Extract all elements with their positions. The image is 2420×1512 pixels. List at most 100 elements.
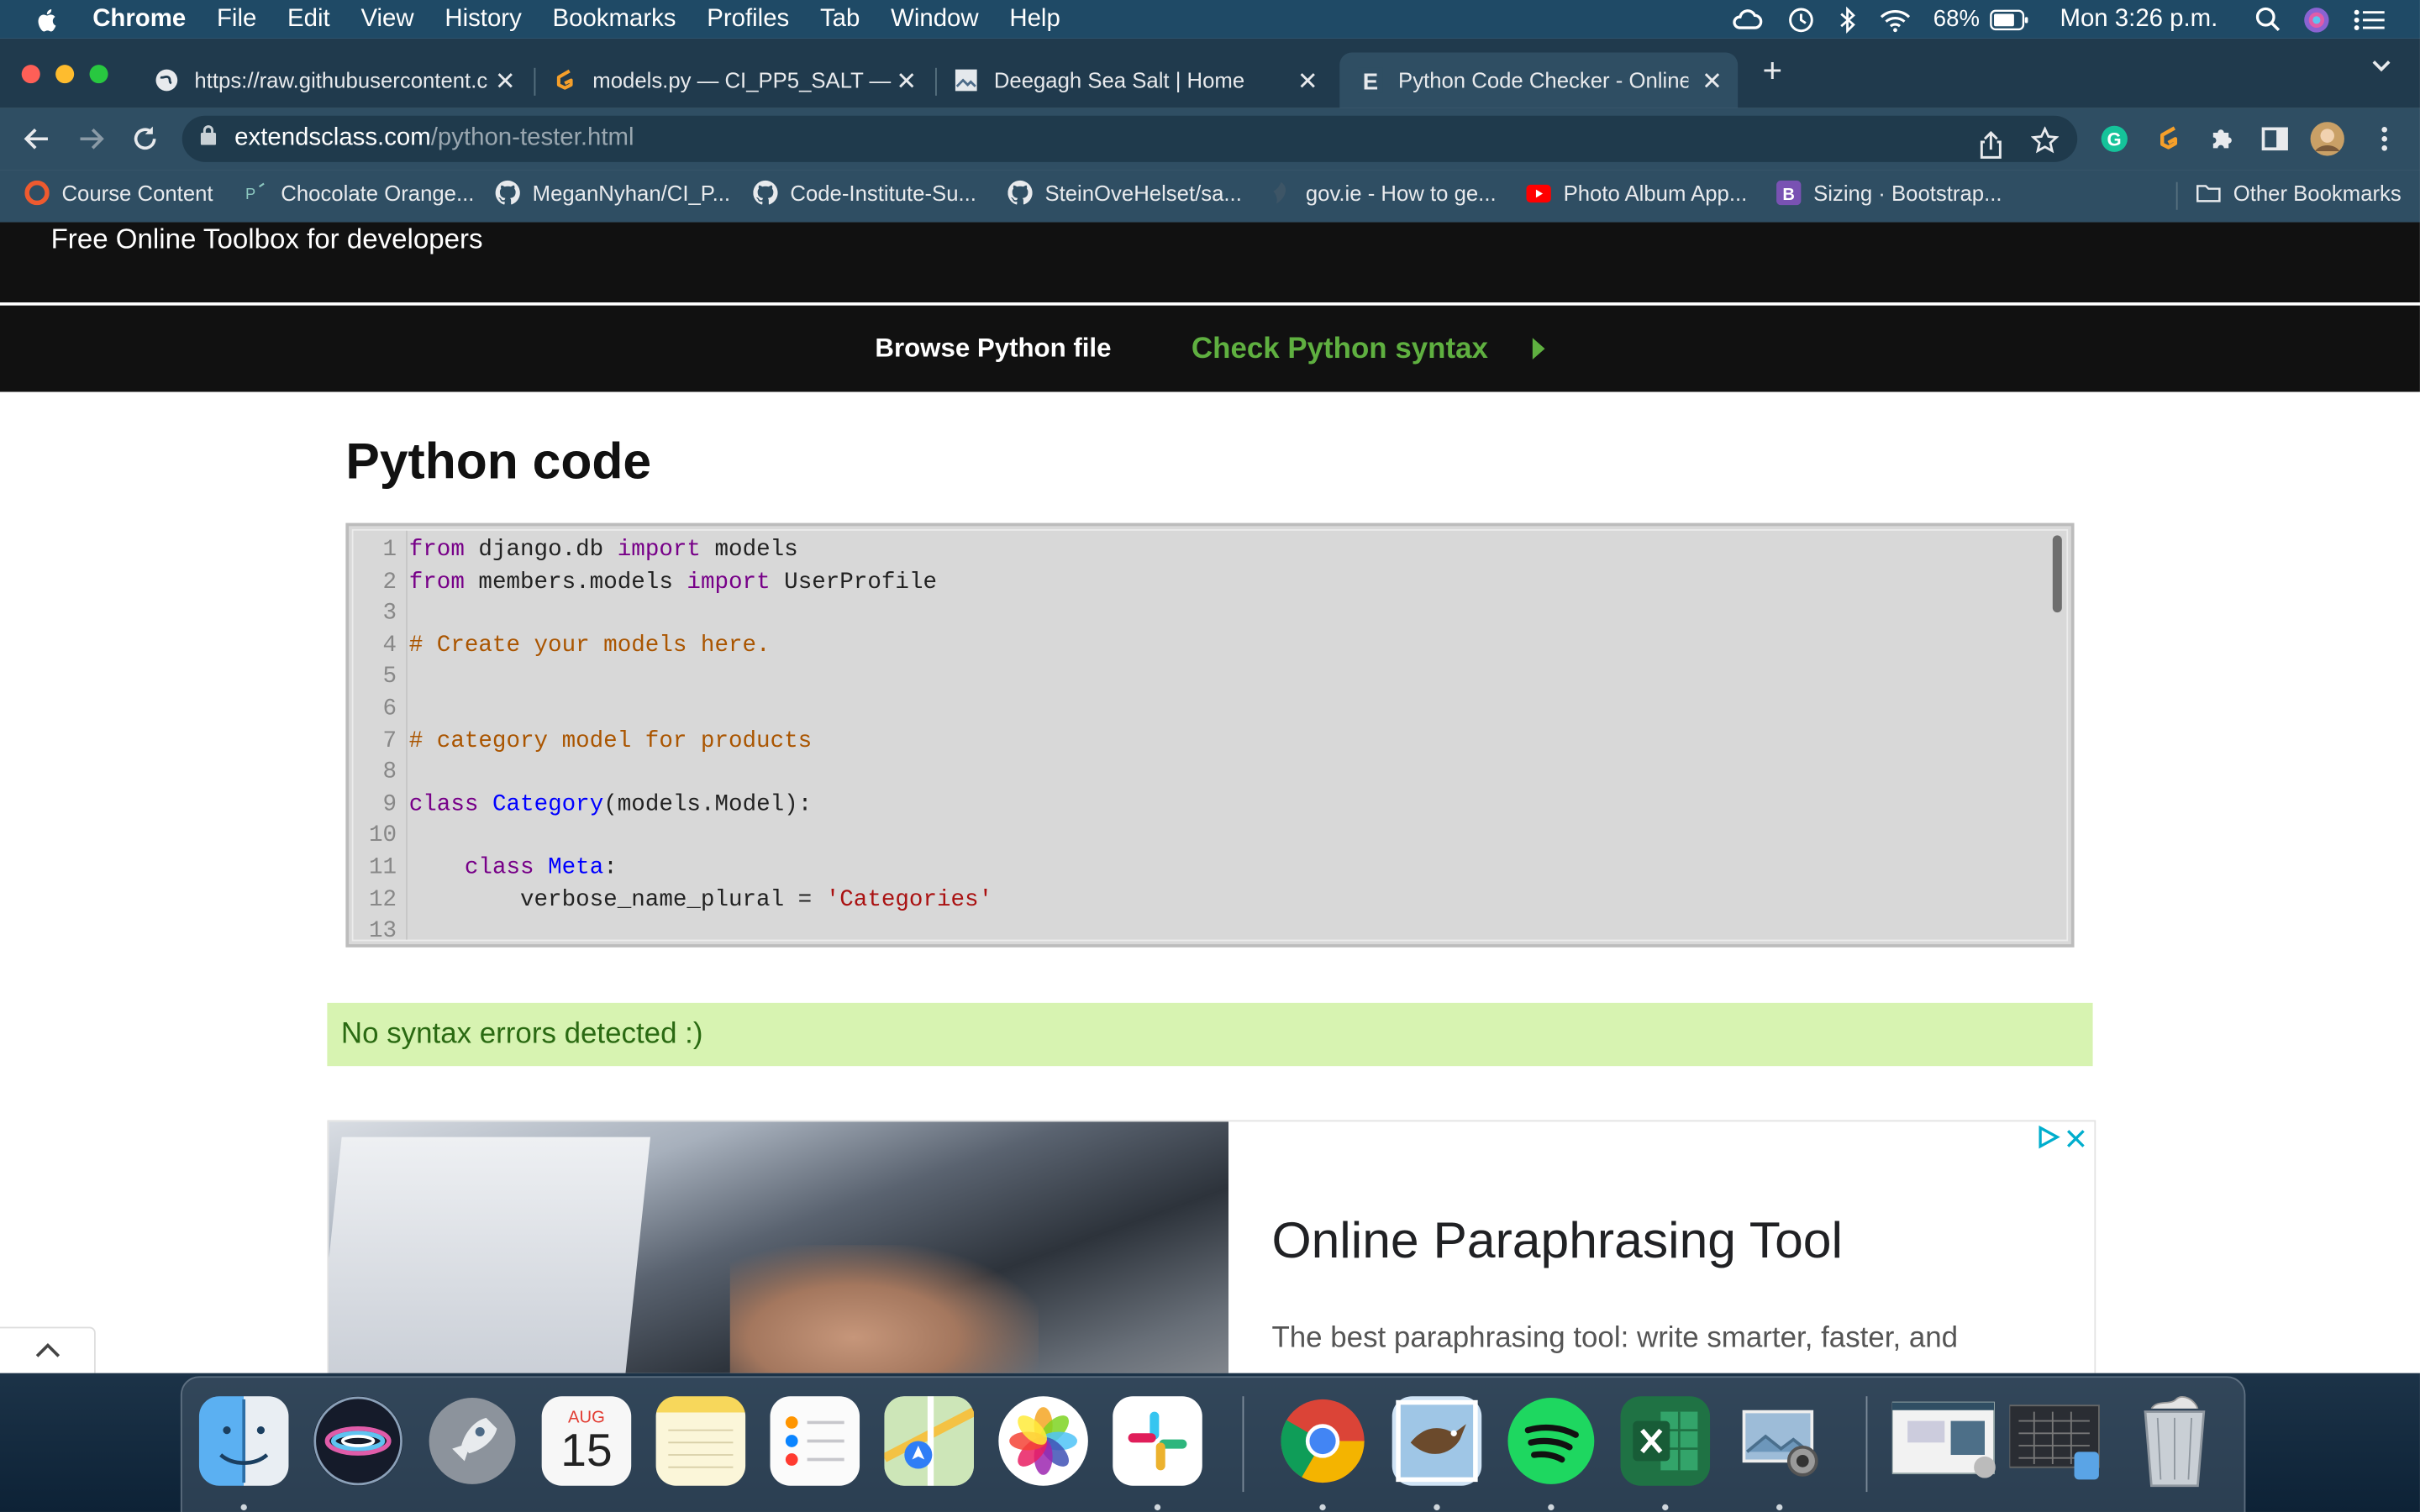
- site-nav: Browse Python file Check Python syntax: [0, 305, 2420, 392]
- slack-icon[interactable]: [1113, 1396, 1202, 1486]
- extensions-puzzle-icon[interactable]: [2206, 122, 2239, 155]
- notes-icon[interactable]: [655, 1396, 746, 1486]
- code-line[interactable]: 9 class Category(models.Model):: [354, 791, 2036, 822]
- bookmark-steinovehelset[interactable]: SteinOveHelset/sa...: [1007, 180, 1242, 205]
- close-tab-icon[interactable]: ✕: [1297, 66, 1318, 97]
- tab-deegagh-sea-salt[interactable]: Deegagh Sea Salt | Home ✕: [941, 52, 1334, 108]
- code-line[interactable]: 1 from django.db import models: [354, 537, 2036, 568]
- menu-help[interactable]: Help: [1009, 5, 1060, 33]
- code-editor[interactable]: 1 from django.db import models 2 from membe…: [345, 522, 2075, 949]
- grammarly-icon[interactable]: G: [2097, 122, 2131, 155]
- launchpad-icon[interactable]: [428, 1396, 518, 1486]
- spotify-icon[interactable]: [1507, 1396, 1597, 1486]
- bookmark-course-content[interactable]: Course Content: [24, 180, 213, 205]
- close-tab-icon[interactable]: ✕: [1702, 66, 1723, 97]
- collapse-up-button[interactable]: [0, 1326, 96, 1373]
- forward-arrow-icon[interactable]: [76, 123, 107, 155]
- gitpod-extension-icon[interactable]: [2151, 122, 2185, 155]
- menu-edit[interactable]: Edit: [287, 5, 330, 33]
- excel-icon[interactable]: [1620, 1396, 1711, 1486]
- menu-bookmarks[interactable]: Bookmarks: [553, 5, 676, 33]
- tab-search-chevron-down-icon[interactable]: [2370, 54, 2392, 81]
- maps-icon[interactable]: [884, 1396, 974, 1486]
- siri-app-icon[interactable]: [313, 1396, 403, 1486]
- bookmark-photo-album-app[interactable]: Photo Album App...: [1526, 181, 1747, 205]
- trash-icon[interactable]: [2130, 1396, 2220, 1488]
- profile-avatar[interactable]: [2310, 122, 2344, 156]
- photos-icon[interactable]: [998, 1396, 1088, 1486]
- menu-tab[interactable]: Tab: [820, 5, 860, 33]
- creative-cloud-icon[interactable]: [1729, 7, 1763, 31]
- code-line[interactable]: 10: [354, 823, 2036, 854]
- reload-icon[interactable]: [129, 123, 160, 155]
- minimized-window-thumbnail[interactable]: [1891, 1396, 2001, 1486]
- finder-icon[interactable]: [198, 1396, 289, 1486]
- preview-bird-icon[interactable]: [1392, 1396, 1482, 1486]
- tab-raw-githubusercontent[interactable]: https://raw.githubusercontent.c ✕: [139, 52, 531, 108]
- code-line[interactable]: 5: [354, 664, 2036, 695]
- check-python-syntax-link[interactable]: Check Python syntax: [1192, 333, 1488, 367]
- menu-profiles[interactable]: Profiles: [707, 5, 789, 33]
- minimize-window-button[interactable]: [55, 65, 75, 84]
- bookmark-code-institute-su[interactable]: Code-Institute-Su...: [753, 180, 976, 205]
- ad-description[interactable]: The best paraphrasing tool: write smarte…: [1271, 1322, 2043, 1356]
- close-ad-icon[interactable]: [2066, 1127, 2085, 1155]
- new-tab-button[interactable]: +: [1763, 51, 1783, 92]
- chrome-dock-icon[interactable]: [1278, 1396, 1368, 1486]
- chrome-menu-icon[interactable]: [2367, 122, 2401, 155]
- ad-image[interactable]: [329, 1121, 1229, 1373]
- code-line[interactable]: 8: [354, 759, 2036, 790]
- close-tab-icon[interactable]: ✕: [495, 66, 516, 97]
- bookmark-sizing-bootstrap[interactable]: B Sizing · Bootstrap...: [1776, 180, 2002, 206]
- code-line[interactable]: 13: [354, 918, 2036, 949]
- wifi-icon[interactable]: [1878, 7, 1912, 32]
- time-machine-icon[interactable]: [1785, 5, 1816, 33]
- ad-title[interactable]: Online Paraphrasing Tool: [1271, 1211, 1843, 1270]
- battery-icon[interactable]: [1989, 8, 2029, 30]
- menu-app-chrome[interactable]: Chrome: [92, 5, 186, 33]
- browse-python-file-link[interactable]: Browse Python file: [875, 333, 1111, 365]
- calendar-icon[interactable]: AUG 15: [541, 1396, 632, 1486]
- tab-models-py[interactable]: models.py — CI_PP5_SALT — C ✕: [540, 52, 933, 108]
- extendsclass-icon: E: [1358, 67, 1383, 93]
- zoom-window-button[interactable]: [89, 65, 108, 84]
- back-arrow-icon[interactable]: [22, 123, 53, 155]
- tab-title: Python Code Checker - Online: [1398, 67, 1689, 93]
- bookmark-chocolate-orange[interactable]: P Chocolate Orange...: [244, 181, 474, 205]
- apple-icon[interactable]: [34, 5, 61, 33]
- bookmark-star-icon[interactable]: [2030, 126, 2060, 162]
- bookmark-label: Chocolate Orange...: [281, 180, 475, 206]
- close-window-button[interactable]: [21, 65, 40, 84]
- close-tab-icon[interactable]: ✕: [896, 66, 917, 97]
- code-line[interactable]: 4 # Create your models here.: [354, 633, 2036, 664]
- share-icon[interactable]: [1979, 130, 2003, 166]
- code-line[interactable]: 12 verbose_name_plural = 'Categories': [354, 886, 2036, 917]
- code-line[interactable]: 6: [354, 696, 2036, 727]
- lock-icon[interactable]: [200, 125, 217, 153]
- code-line[interactable]: 2 from members.models import UserProfile: [354, 569, 2036, 600]
- advertisement[interactable]: Online Paraphrasing Tool The best paraph…: [327, 1120, 2096, 1373]
- editor-scrollbar[interactable]: [2052, 535, 2062, 613]
- menu-window[interactable]: Window: [891, 5, 979, 33]
- bookmark-megannyhan[interactable]: MeganNyhan/CI_P...: [495, 180, 730, 205]
- side-panel-icon[interactable]: [2258, 122, 2291, 155]
- other-bookmarks[interactable]: Other Bookmarks: [2196, 181, 2402, 205]
- code-line[interactable]: 7 # category model for products: [354, 727, 2036, 759]
- reminders-icon[interactable]: [770, 1396, 860, 1486]
- minimized-window-thumbnail[interactable]: [2009, 1396, 2105, 1486]
- menu-file[interactable]: File: [217, 5, 256, 33]
- image-capture-icon[interactable]: [1734, 1396, 1824, 1486]
- menu-view[interactable]: View: [360, 5, 413, 33]
- code-line[interactable]: 11 class Meta:: [354, 855, 2036, 886]
- code-line[interactable]: 3: [354, 601, 2036, 632]
- bookmark-gov-ie[interactable]: gov.ie - How to ge...: [1269, 181, 1497, 205]
- siri-icon[interactable]: [2302, 5, 2330, 33]
- bluetooth-icon[interactable]: [1838, 5, 1856, 34]
- control-center-icon[interactable]: [2352, 7, 2386, 31]
- menubar-clock[interactable]: Mon 3:26 p.m.: [2060, 5, 2217, 33]
- menu-history[interactable]: History: [445, 5, 521, 33]
- address-bar[interactable]: extendsclass.com/python-tester.html: [182, 115, 2078, 162]
- spotlight-search-icon[interactable]: [2254, 6, 2281, 32]
- adchoices-icon[interactable]: [2036, 1125, 2060, 1158]
- tab-python-code-checker[interactable]: E Python Code Checker - Online ✕: [1339, 52, 1739, 108]
